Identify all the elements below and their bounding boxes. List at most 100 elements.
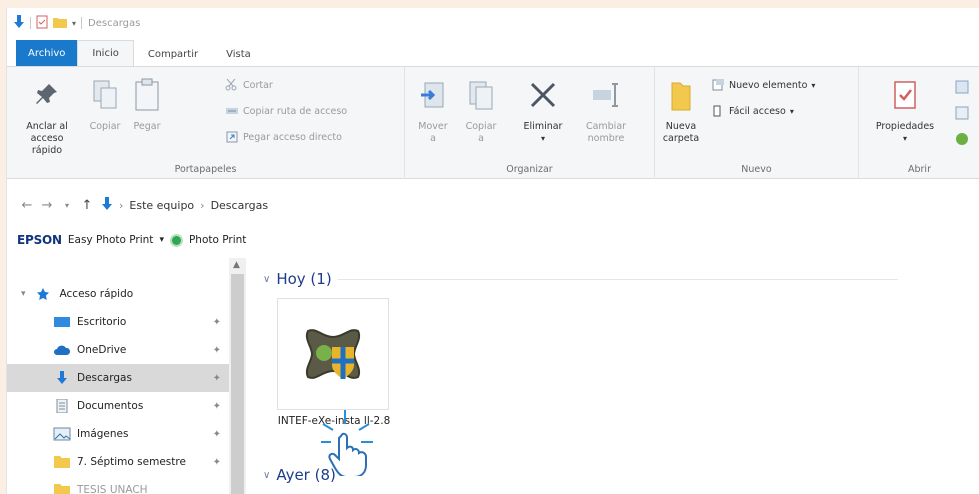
cut-button[interactable]: Cortar bbox=[225, 79, 273, 91]
collapse-chevron-icon[interactable]: ▾ bbox=[21, 289, 26, 299]
group-label-portapapeles: Portapapeles bbox=[174, 164, 237, 175]
group-abrir: Propiedades ▾ Abrir bbox=[859, 67, 979, 179]
copy-to-icon bbox=[464, 75, 498, 115]
star-icon bbox=[36, 287, 54, 301]
downloads-location-icon bbox=[101, 196, 113, 214]
nav-item-tesis-unach[interactable]: TESIS UNACH bbox=[7, 476, 229, 494]
scissors-icon bbox=[225, 79, 237, 91]
pin-icon bbox=[30, 75, 64, 115]
move-to-icon bbox=[416, 75, 450, 115]
desktop-icon bbox=[53, 315, 71, 329]
photo-print-button[interactable]: Photo Print bbox=[189, 234, 246, 246]
breadcrumb[interactable]: › Este equipo › Descargas bbox=[101, 196, 269, 214]
nav-item-documentos[interactable]: Documentos ✦ bbox=[7, 392, 229, 420]
paste-button[interactable]: Pegar bbox=[125, 75, 169, 133]
easy-access-button[interactable]: Fácil acceso ▾ bbox=[711, 105, 794, 117]
delete-button[interactable]: Eliminar ▾ bbox=[517, 75, 569, 145]
nav-item-descargas[interactable]: Descargas ✦ bbox=[7, 364, 229, 392]
copy-to-button[interactable]: Copiar a bbox=[459, 75, 503, 145]
new-item-dropdown-icon: ▾ bbox=[811, 80, 816, 90]
nav-item-imagenes[interactable]: Imágenes ✦ bbox=[7, 420, 229, 448]
tab-compartir[interactable]: Compartir bbox=[134, 42, 212, 66]
nav-item-onedrive[interactable]: OneDrive ✦ bbox=[7, 336, 229, 364]
back-arrow-icon[interactable]: ← bbox=[17, 198, 37, 213]
address-bar: ← → ▾ ↑ › Este equipo › Descargas bbox=[7, 190, 979, 220]
properties-quick-icon[interactable] bbox=[36, 15, 48, 32]
tab-inicio[interactable]: Inicio bbox=[77, 40, 134, 66]
epson-toolbar: EPSON Easy Photo Print ▾ Photo Print bbox=[7, 226, 979, 254]
properties-dropdown-icon[interactable]: ▾ bbox=[903, 133, 907, 145]
nav-item-acceso-rapido[interactable]: ▾ Acceso rápido bbox=[7, 280, 229, 308]
copy-path-button[interactable]: Copiar ruta de acceso bbox=[225, 105, 347, 117]
pin-icon: ✦ bbox=[212, 316, 221, 328]
delete-dropdown-icon[interactable]: ▾ bbox=[541, 133, 545, 145]
pin-quick-access-button[interactable]: Anclar al acceso rápido bbox=[15, 75, 79, 157]
edit-icon[interactable] bbox=[955, 105, 969, 124]
history-icon[interactable] bbox=[955, 131, 969, 150]
group-collapse-chevron-icon[interactable]: ∨ bbox=[263, 274, 270, 285]
tab-archivo[interactable]: Archivo bbox=[16, 40, 78, 66]
document-icon bbox=[53, 398, 71, 414]
new-item-icon bbox=[712, 79, 724, 91]
copy-button[interactable]: Copiar bbox=[81, 75, 129, 133]
easy-photo-print-dropdown-icon[interactable]: ▾ bbox=[159, 235, 164, 245]
group-label-nuevo: Nuevo bbox=[741, 164, 772, 175]
cloud-icon bbox=[53, 343, 71, 357]
photo-print-icon bbox=[169, 233, 183, 247]
pictures-icon bbox=[53, 427, 71, 441]
down-arrow-icon[interactable] bbox=[13, 14, 25, 32]
properties-button[interactable]: Propiedades ▾ bbox=[865, 75, 945, 145]
nav-item-escritorio[interactable]: Escritorio ✦ bbox=[7, 308, 229, 336]
group-header-hoy[interactable]: ∨ Hoy (1) bbox=[263, 270, 898, 288]
nav-item-septimo-semestre[interactable]: 7. Séptimo semestre ✦ bbox=[7, 448, 229, 476]
group-collapse-chevron-icon[interactable]: ∨ bbox=[263, 470, 270, 481]
scrollbar-thumb[interactable] bbox=[231, 274, 244, 494]
epson-logo: EPSON bbox=[17, 233, 62, 247]
download-arrow-icon bbox=[53, 371, 71, 385]
folder-icon bbox=[664, 75, 698, 115]
copy-icon bbox=[88, 75, 122, 115]
pin-icon: ✦ bbox=[212, 400, 221, 412]
rename-icon bbox=[589, 75, 623, 115]
group-organizar: Mover a Copiar a Eliminar ▾ Cambiar nomb… bbox=[405, 67, 655, 179]
title-bar: ▾ Descargas bbox=[7, 8, 979, 38]
move-to-button[interactable]: Mover a bbox=[411, 75, 455, 145]
new-folder-quick-icon[interactable] bbox=[53, 16, 67, 31]
quick-access-toolbar: ▾ bbox=[13, 14, 83, 32]
breadcrumb-este-equipo[interactable]: Este equipo bbox=[129, 199, 194, 212]
new-item-button[interactable]: Nuevo elemento ▾ bbox=[711, 79, 815, 91]
navigation-pane: ▾ Acceso rápido Escritorio ✦ OneDrive ✦ … bbox=[7, 258, 229, 494]
exe-installer-icon bbox=[305, 329, 361, 379]
forward-arrow-icon[interactable]: → bbox=[37, 198, 57, 213]
ribbon-tabs: Archivo Inicio Compartir Vista bbox=[7, 40, 979, 66]
delete-x-icon bbox=[526, 75, 560, 115]
copy-path-icon bbox=[226, 108, 238, 114]
customize-quick-access-icon[interactable]: ▾ bbox=[72, 19, 76, 28]
up-arrow-icon[interactable]: ↑ bbox=[77, 198, 97, 213]
folder-icon bbox=[53, 483, 71, 494]
pin-icon: ✦ bbox=[212, 372, 221, 384]
rename-button[interactable]: Cambiar nombre bbox=[577, 75, 635, 145]
tab-vista[interactable]: Vista bbox=[212, 42, 265, 66]
pin-icon: ✦ bbox=[212, 456, 221, 468]
scroll-up-arrow-icon[interactable]: ▲ bbox=[233, 260, 240, 270]
easy-access-dropdown-icon: ▾ bbox=[789, 106, 794, 116]
window-title: Descargas bbox=[88, 17, 141, 29]
file-tile[interactable] bbox=[277, 298, 389, 410]
file-list: ∨ Hoy (1) INTEF-eXe-insta ll-2.8 ∨ Ayer … bbox=[247, 258, 979, 494]
group-label-organizar: Organizar bbox=[506, 164, 553, 175]
navigation-scrollbar[interactable]: ▲ bbox=[229, 258, 246, 494]
group-label-abrir: Abrir bbox=[908, 164, 931, 175]
paste-shortcut-button[interactable]: Pegar acceso directo bbox=[225, 131, 342, 143]
ribbon: Anclar al acceso rápido Copiar Pegar Cor… bbox=[7, 66, 979, 179]
easy-photo-print-button[interactable]: Easy Photo Print bbox=[68, 234, 154, 246]
group-header-ayer[interactable]: ∨ Ayer (8) bbox=[263, 466, 336, 484]
new-folder-button[interactable]: Nueva carpeta bbox=[657, 75, 705, 145]
pin-icon: ✦ bbox=[212, 344, 221, 356]
recent-locations-chevron-icon[interactable]: ▾ bbox=[57, 201, 77, 210]
properties-icon bbox=[888, 75, 922, 115]
group-portapapeles: Anclar al acceso rápido Copiar Pegar Cor… bbox=[7, 67, 405, 179]
paste-shortcut-icon bbox=[226, 131, 238, 143]
open-icon[interactable] bbox=[955, 79, 969, 98]
breadcrumb-descargas[interactable]: Descargas bbox=[211, 199, 269, 212]
